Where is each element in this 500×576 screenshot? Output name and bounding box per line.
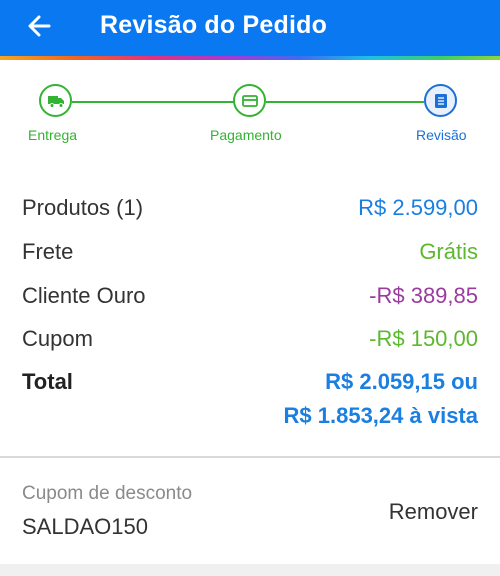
step-payment[interactable]: [233, 84, 266, 117]
checkout-stepper: Entrega Pagamento Revisão: [0, 60, 500, 167]
discount-coupon-code: SALDAO150: [22, 514, 148, 539]
products-value: R$ 2.599,00: [358, 195, 478, 220]
order-summary: Produtos (1) R$ 2.599,00 Frete Grátis Cl…: [0, 166, 500, 456]
discount-coupon-section: Cupom de desconto SALDAO150 Remover: [0, 458, 500, 564]
discount-coupon-label: Cupom de desconto: [22, 483, 193, 504]
step-review[interactable]: [424, 84, 457, 117]
remove-coupon-button[interactable]: Remover: [389, 499, 478, 525]
shipping-value: Grátis: [419, 239, 478, 264]
step-connector-2: [266, 101, 424, 103]
coupon-label: Cupom: [22, 326, 93, 351]
arrow-left-icon: [28, 15, 51, 37]
products-label: Produtos (1): [22, 195, 144, 220]
coupon-value: -R$ 150,00: [369, 326, 478, 351]
step-connector-1: [72, 101, 234, 103]
truck-icon: [47, 95, 64, 108]
total-label: Total: [22, 369, 73, 394]
total-value: R$ 2.059,15 ou R$ 1.853,24 à vista: [284, 365, 478, 433]
step-label-delivery[interactable]: Entrega: [28, 127, 77, 143]
step-label-payment[interactable]: Pagamento: [210, 127, 282, 143]
gold-customer-value: -R$ 389,85: [369, 283, 478, 308]
step-delivery[interactable]: [39, 84, 72, 117]
total-cash-price: R$ 1.853,24 à vista: [283, 403, 478, 428]
step-label-review[interactable]: Revisão: [416, 127, 467, 143]
gold-customer-label: Cliente Ouro: [22, 283, 146, 308]
page-title: Revisão do Pedido: [100, 11, 328, 39]
app-bar: Revisão do Pedido: [0, 0, 500, 56]
credit-card-icon: [241, 94, 258, 107]
back-button[interactable]: [22, 8, 58, 44]
total-installment: R$ 2.059,15 ou: [325, 369, 478, 394]
list-icon: [434, 93, 447, 108]
shipping-label: Frete: [22, 239, 74, 264]
